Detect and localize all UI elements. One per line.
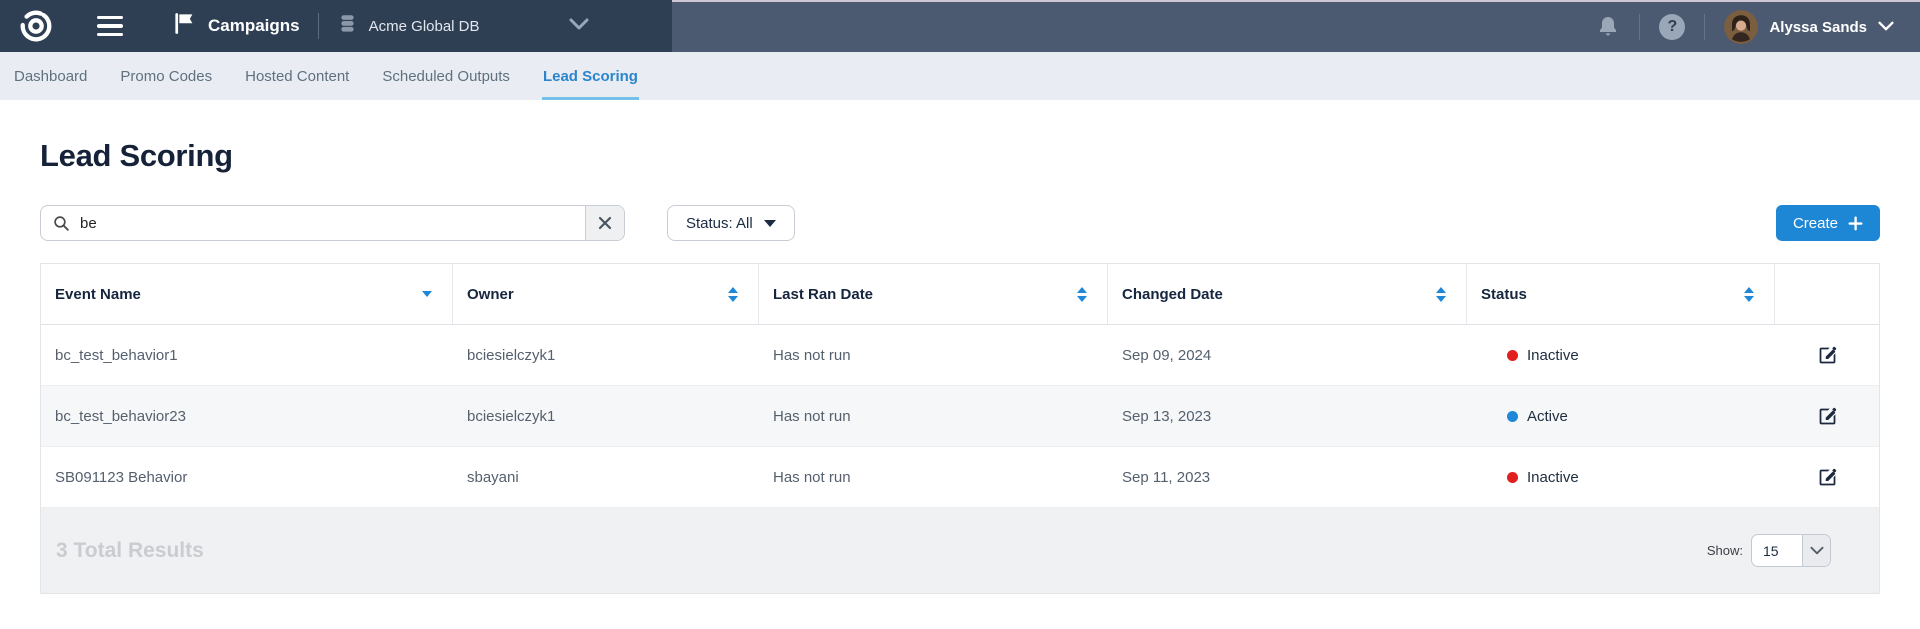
cell-event-name: bc_test_behavior1 [41,325,453,385]
chevron-down-icon [569,17,589,35]
column-header-last-ran-date[interactable]: Last Ran Date [759,264,1108,324]
cell-last-ran: Has not run [759,386,1108,446]
cell-event-name: bc_test_behavior23 [41,386,453,446]
status-label: Active [1527,408,1568,425]
table-footer: 3 Total Results Show: 15 [41,508,1879,593]
help-glyph: ? [1668,18,1678,36]
column-header-owner[interactable]: Owner [453,264,759,324]
controls-row: Status: All Create [40,205,1880,241]
create-button[interactable]: Create [1776,205,1880,241]
main-content: Lead Scoring Status: All Create [0,134,1920,594]
sort-icon [1436,287,1446,302]
cell-changed: Sep 11, 2023 [1108,447,1467,507]
divider [1704,14,1705,40]
edit-icon [1817,345,1838,366]
page-size-select[interactable]: 15 [1751,534,1831,567]
cell-changed: Sep 09, 2024 [1108,325,1467,385]
edit-button[interactable] [1817,467,1838,488]
top-bar: Campaigns Acme Global DB [0,0,1920,52]
search-box [40,205,625,241]
caret-down-icon [764,220,776,227]
help-icon[interactable]: ? [1659,14,1685,40]
status-dot [1507,472,1518,483]
menu-hamburger-icon[interactable] [97,16,127,37]
sort-icon [728,287,738,302]
cell-owner: bciesielczyk1 [453,325,759,385]
cell-actions [1775,386,1879,446]
tab-hosted-content[interactable]: Hosted Content [244,52,350,100]
product-name: Campaigns [208,16,300,36]
database-name: Acme Global DB [369,18,480,35]
tab-promo-codes[interactable]: Promo Codes [119,52,213,100]
section-tabs: Dashboard Promo Codes Hosted Content Sch… [0,52,1920,100]
column-header-status[interactable]: Status [1467,264,1775,324]
status-label: Inactive [1527,347,1579,364]
user-menu[interactable]: Alyssa Sands [1724,10,1894,44]
table-row: SB091123 Behavior sbayani Has not run Se… [41,447,1879,508]
status-label: Inactive [1527,469,1579,486]
table-header-row: Event Name Owner Last Ran Date Changed D… [41,264,1879,325]
cell-last-ran: Has not run [759,325,1108,385]
status-filter-label: Status: All [686,215,753,232]
cell-actions [1775,447,1879,507]
app-logo-icon[interactable] [17,7,55,45]
top-bar-right: ? Alyssa Sands [672,0,1920,52]
page-size-value: 15 [1752,543,1802,559]
database-icon [337,13,358,39]
cell-owner: bciesielczyk1 [453,386,759,446]
clear-search-button[interactable] [585,206,624,240]
status-filter-dropdown[interactable]: Status: All [667,205,795,241]
flag-icon [171,11,196,41]
status-dot [1507,350,1518,361]
total-results: 3 Total Results [56,539,204,563]
sort-desc-icon [422,291,432,297]
database-selector[interactable]: Acme Global DB [337,13,589,39]
edit-button[interactable] [1817,406,1838,427]
cell-status: Inactive [1467,447,1775,507]
edit-icon [1817,406,1838,427]
tab-dashboard[interactable]: Dashboard [13,52,88,100]
tab-scheduled-outputs[interactable]: Scheduled Outputs [381,52,511,100]
sort-icon [1744,287,1754,302]
chevron-down-icon [1878,18,1894,36]
product-switcher[interactable]: Campaigns [171,11,300,41]
divider [1639,14,1640,40]
edit-icon [1817,467,1838,488]
cell-event-name: SB091123 Behavior [41,447,453,507]
cell-last-ran: Has not run [759,447,1108,507]
column-header-event-name[interactable]: Event Name [41,264,453,324]
divider [318,13,319,39]
page-size-control: Show: 15 [1707,534,1831,567]
cell-changed: Sep 13, 2023 [1108,386,1467,446]
search-icon [53,215,70,232]
search-input[interactable] [70,215,585,232]
notifications-bell-icon[interactable] [1596,14,1620,40]
cell-owner: sbayani [453,447,759,507]
table-row: bc_test_behavior23 bciesielczyk1 Has not… [41,386,1879,447]
cell-status: Inactive [1467,325,1775,385]
top-bar-left: Campaigns Acme Global DB [0,0,672,52]
show-label: Show: [1707,543,1743,558]
status-dot [1507,411,1518,422]
chevron-down-icon [1802,535,1830,566]
column-header-actions [1775,264,1879,324]
table-row: bc_test_behavior1 bciesielczyk1 Has not … [41,325,1879,386]
user-name: Alyssa Sands [1769,19,1867,36]
plus-icon [1848,216,1863,231]
tab-lead-scoring[interactable]: Lead Scoring [542,52,639,100]
lead-scoring-table: Event Name Owner Last Ran Date Changed D… [40,263,1880,594]
edit-button[interactable] [1817,345,1838,366]
page-title: Lead Scoring [40,134,1880,178]
avatar [1724,10,1758,44]
close-icon [598,216,612,230]
cell-actions [1775,325,1879,385]
create-button-label: Create [1793,215,1838,232]
sort-icon [1077,287,1087,302]
column-header-changed-date[interactable]: Changed Date [1108,264,1467,324]
cell-status: Active [1467,386,1775,446]
